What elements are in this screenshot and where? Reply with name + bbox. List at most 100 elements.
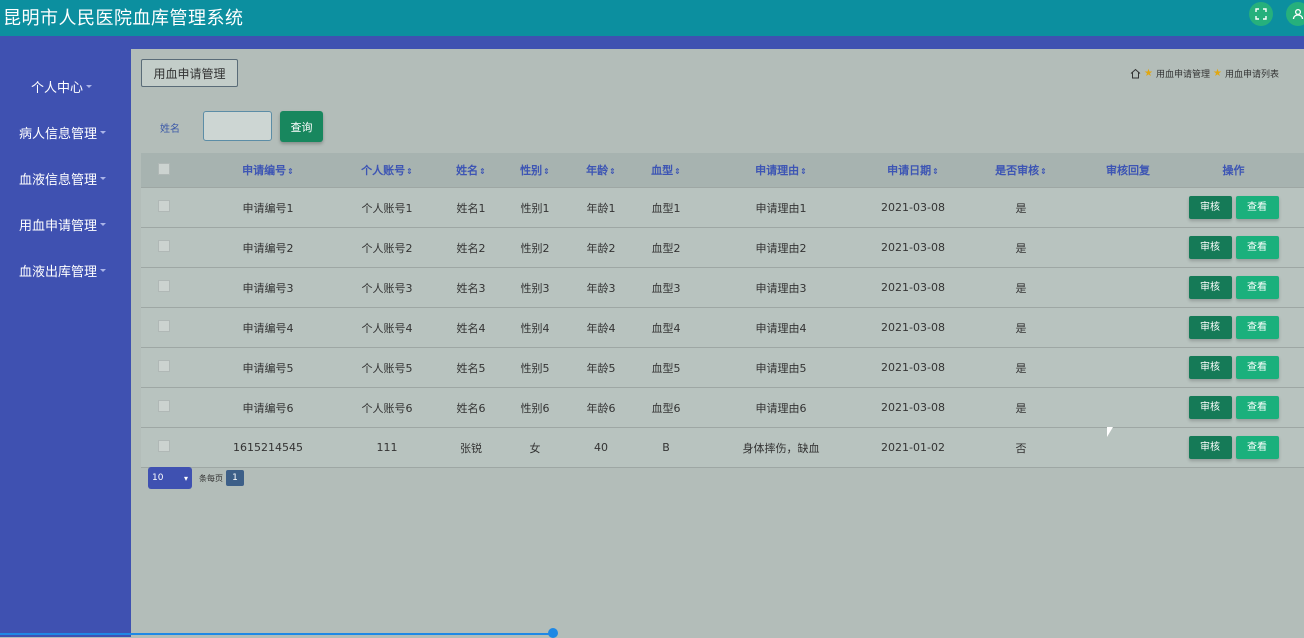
cell-reason: 申请理由1 <box>683 187 879 228</box>
sort-icon[interactable]: ⇕ <box>479 167 486 176</box>
checkbox-icon[interactable] <box>158 440 170 452</box>
header-gender[interactable]: 性别⇕ <box>517 153 553 188</box>
header-age[interactable]: 年龄⇕ <box>553 153 649 188</box>
cell-id: 申请编号3 <box>187 267 349 308</box>
cell-reason: 申请理由5 <box>683 347 879 388</box>
table-header-row: 申请编号⇕ 个人账号⇕ 姓名⇕ 性别⇕ 年龄⇕ 血型⇕ 申请理由⇕ 申请日期⇕ … <box>141 153 1304 188</box>
table-row: 申请编号3 个人账号3 姓名3 性别3 年龄3 血型3 申请理由3 2021-03-08 是 审核… <box>141 267 1304 308</box>
cell-name: 姓名4 <box>425 307 517 348</box>
row-select-cell[interactable] <box>141 387 187 428</box>
user-icon[interactable] <box>1286 2 1304 26</box>
checkbox-icon[interactable] <box>158 280 170 292</box>
breadcrumb-item[interactable]: 用血申请列表 <box>1225 67 1279 80</box>
sort-icon[interactable]: ⇕ <box>932 167 939 176</box>
chevron-down-icon <box>100 131 107 134</box>
sort-icon[interactable]: ⇕ <box>406 167 413 176</box>
fullscreen-icon[interactable] <box>1249 2 1273 26</box>
header-name[interactable]: 姓名⇕ <box>425 153 517 188</box>
table-row: 申请编号5 个人账号5 姓名5 性别5 年龄5 血型5 申请理由5 2021-03-08 是 审核… <box>141 347 1304 388</box>
cell-account: 个人账号5 <box>349 347 425 388</box>
checkbox-icon[interactable] <box>158 360 170 372</box>
header-reason[interactable]: 申请理由⇕ <box>683 153 879 188</box>
cell-reviewed: 是 <box>947 347 1095 388</box>
view-button[interactable]: 查看 <box>1235 236 1279 259</box>
header-actions: 操作 <box>1161 153 1304 188</box>
view-button[interactable]: 查看 <box>1235 276 1279 299</box>
cell-reply <box>1095 387 1161 428</box>
cell-date: 2021-03-08 <box>879 267 947 308</box>
cell-reviewed: 否 <box>947 427 1095 468</box>
view-button[interactable]: 查看 <box>1235 356 1279 379</box>
sort-icon[interactable]: ⇕ <box>674 167 681 176</box>
row-select-cell[interactable] <box>141 307 187 348</box>
row-select-cell[interactable] <box>141 427 187 468</box>
row-select-cell[interactable] <box>141 267 187 308</box>
pagination: 10 ▾ 条每页 1 <box>148 467 244 489</box>
review-button[interactable]: 审核 <box>1188 396 1232 419</box>
sort-icon[interactable]: ⇕ <box>543 167 550 176</box>
header-date[interactable]: 申请日期⇕ <box>879 153 947 188</box>
sort-icon[interactable]: ⇕ <box>287 167 294 176</box>
table-row: 1615214545 111 张锐女 40 B 身体摔伤，缺血 2021-01-02 否 审核查… <box>141 427 1304 468</box>
page-size-select[interactable]: 10 ▾ <box>148 467 192 489</box>
checkbox-icon[interactable] <box>158 162 170 175</box>
cell-id: 1615214545 <box>187 427 349 468</box>
sidebar-item-blood-outbound[interactable]: 血液出库管理 <box>0 261 150 280</box>
review-button[interactable]: 审核 <box>1188 236 1232 259</box>
header-blood-type[interactable]: 血型⇕ <box>649 153 683 188</box>
cell-name: 姓名5 <box>425 347 517 388</box>
checkbox-icon[interactable] <box>158 200 170 212</box>
breadcrumb-item[interactable]: 用血申请管理 <box>1156 67 1210 80</box>
cell-actions: 审核 查看 <box>1161 347 1304 388</box>
cell-reviewed: 是 <box>947 387 1095 428</box>
header-reviewed[interactable]: 是否审核⇕ <box>947 153 1095 188</box>
review-button[interactable]: 审核 <box>1188 356 1232 379</box>
view-button[interactable]: 查看 <box>1235 196 1279 219</box>
header-select-all[interactable] <box>141 153 187 188</box>
cell-reason: 申请理由3 <box>683 267 879 308</box>
sort-icon[interactable]: ⇕ <box>800 167 807 176</box>
cell-age: 年龄3 <box>553 267 649 308</box>
checkbox-icon[interactable] <box>158 320 170 332</box>
sort-icon[interactable]: ⇕ <box>609 167 616 176</box>
review-button[interactable]: 审核 <box>1188 196 1232 219</box>
checkbox-icon[interactable] <box>158 400 170 412</box>
cell-age: 年龄5 <box>553 347 649 388</box>
sidebar-item-patient-info[interactable]: 病人信息管理 <box>0 123 150 142</box>
search-name-input[interactable] <box>203 111 272 141</box>
review-button[interactable]: 审核 <box>1188 316 1232 339</box>
header-request-id[interactable]: 申请编号⇕ <box>187 153 349 188</box>
sidebar-item-blood-request[interactable]: 用血申请管理 <box>0 215 150 234</box>
row-select-cell[interactable] <box>141 187 187 228</box>
cell-reviewed: 是 <box>947 187 1095 228</box>
checkbox-icon[interactable] <box>158 240 170 252</box>
sidebar-item-blood-info[interactable]: 血液信息管理 <box>0 169 150 188</box>
cell-reason: 申请理由6 <box>683 387 879 428</box>
row-select-cell[interactable] <box>141 227 187 268</box>
main-content: 用血申请管理 ★ 用血申请管理 ★ 用血申请列表 姓名 查询 申请编号⇕ 个人账… <box>131 49 1304 637</box>
mouse-cursor <box>1107 427 1113 437</box>
view-button[interactable]: 查看 <box>1235 396 1279 419</box>
header-account[interactable]: 个人账号⇕ <box>349 153 425 188</box>
sort-icon[interactable]: ⇕ <box>1040 167 1047 176</box>
review-button[interactable]: 审核 <box>1188 436 1232 459</box>
table-row: 申请编号6 个人账号6 姓名6 性别6 年龄6 血型6 申请理由6 2021-03-08 是 审核… <box>141 387 1304 428</box>
cell-gender: 性别4 <box>517 307 553 348</box>
sub-header-bar <box>0 36 1304 49</box>
top-bar: 昆明市人民医院血库管理系统 <box>0 0 1304 36</box>
cell-id: 申请编号4 <box>187 307 349 348</box>
cell-gender: 性别5 <box>517 347 553 388</box>
page-number-current[interactable]: 1 <box>226 470 244 486</box>
home-icon[interactable] <box>1130 68 1141 79</box>
search-button[interactable]: 查询 <box>280 111 323 142</box>
row-select-cell[interactable] <box>141 347 187 388</box>
cell-id: 申请编号6 <box>187 387 349 428</box>
cell-reason: 申请理由2 <box>683 227 879 268</box>
review-button[interactable]: 审核 <box>1188 276 1232 299</box>
cell-reviewed: 是 <box>947 307 1095 348</box>
cell-blood: 血型3 <box>649 267 683 308</box>
view-button[interactable]: 查看 <box>1235 436 1279 459</box>
view-button[interactable]: 查看 <box>1235 316 1279 339</box>
tab-blood-request[interactable]: 用血申请管理 <box>141 59 238 87</box>
cell-id: 申请编号5 <box>187 347 349 388</box>
